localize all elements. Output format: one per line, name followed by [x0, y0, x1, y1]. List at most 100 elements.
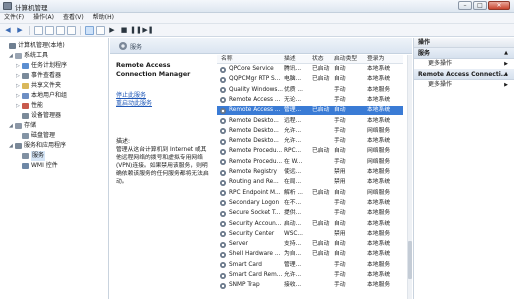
column-startup-type[interactable]: 启动类型: [334, 55, 357, 64]
tree-item[interactable]: ▷ 性能: [0, 101, 108, 111]
tree-item[interactable]: 计算机管理(本地): [0, 41, 108, 51]
minimize-button[interactable]: –: [458, 1, 472, 10]
tree-item[interactable]: ▷ 事件查看器: [0, 71, 108, 81]
service-log-on-as: 本地系统: [367, 272, 391, 278]
service-name: Security Center: [229, 230, 275, 237]
menu-action[interactable]: 操作(A): [33, 13, 54, 23]
stop-service-icon[interactable]: ■: [119, 25, 129, 35]
stop-service-link[interactable]: 停止此服务: [116, 92, 211, 100]
expand-toggle-icon[interactable]: ◢: [9, 121, 13, 131]
tree-item[interactable]: ▷ 本地用户和组: [0, 91, 108, 101]
tree-node-icon: [15, 123, 22, 129]
service-log-on-as: 本地系统: [367, 179, 391, 186]
expand-toggle-icon[interactable]: ▷: [16, 81, 20, 91]
service-row[interactable]: Remote Procedu... 在 W... 手动 网络服务: [217, 158, 403, 167]
tree-item[interactable]: 磁盘管理: [0, 131, 108, 141]
expand-toggle-icon[interactable]: ▷: [16, 61, 20, 71]
pause-service-icon[interactable]: ❚❚: [130, 25, 142, 35]
close-button[interactable]: ✕: [488, 1, 510, 10]
more-actions-item[interactable]: 更多操作 ▶: [414, 80, 514, 90]
collapse-arrow-icon[interactable]: ▲: [504, 48, 508, 59]
service-row[interactable]: Remote Deskto... 允许... 手动 网络服务: [217, 127, 403, 136]
back-arrow-icon[interactable]: ◀: [3, 25, 13, 35]
forward-arrow-icon[interactable]: ▶: [15, 25, 25, 35]
selected-service-name: Remote Access Connection Manager: [116, 61, 191, 78]
service-row[interactable]: Secure Socket T... 提供... 手动 本地服务: [217, 209, 403, 218]
service-row[interactable]: Smart Card 管理... 手动 本地服务: [217, 261, 403, 270]
service-row[interactable]: Remote Registry 使远... 禁用 本地服务: [217, 168, 403, 177]
tree-item[interactable]: ◢ 系统工具: [0, 51, 108, 61]
service-row[interactable]: Remote Deskto... 允许... 手动 本地系统: [217, 137, 403, 146]
column-description[interactable]: 描述: [284, 55, 296, 64]
show-hide-tree-icon[interactable]: [45, 25, 54, 35]
service-startup-type: 自动: [334, 189, 346, 196]
expand-toggle-icon[interactable]: ◢: [9, 141, 13, 151]
restart-service-link[interactable]: 重启动此服务: [116, 100, 211, 108]
service-row[interactable]: RPC Endpoint M... 解析 ... 已启动 自动 网络服务: [217, 189, 403, 198]
maximize-button[interactable]: □: [473, 1, 487, 10]
service-row[interactable]: Remote Access ... 无论... 手动 本地系统: [217, 96, 403, 105]
service-row[interactable]: Server 支持... 已启动 自动 本地系统: [217, 240, 403, 249]
column-name[interactable]: 名称: [221, 55, 233, 64]
service-row[interactable]: Shell Hardware ... 为自... 已启动 自动 本地系统: [217, 250, 403, 259]
column-status[interactable]: 状态: [312, 55, 324, 64]
service-description: 启动...: [284, 220, 302, 227]
up-folder-icon[interactable]: [34, 25, 43, 35]
help-icon[interactable]: [85, 25, 94, 35]
export-list-icon[interactable]: [67, 25, 76, 35]
service-row[interactable]: Security Accoun... 启动... 已启动 自动 本地系统: [217, 220, 403, 229]
service-gear-icon: [220, 97, 226, 104]
service-name: Secure Socket T...: [229, 210, 281, 217]
more-actions-label: 更多操作: [428, 60, 453, 67]
service-name: Remote Deskto...: [229, 127, 279, 134]
scrollbar-thumb[interactable]: [408, 241, 412, 279]
title-bar: 计算机管理 – □ ✕: [0, 0, 514, 13]
vertical-scrollbar[interactable]: [407, 55, 412, 299]
service-row[interactable]: Remote Procedu... RPC... 已启动 自动 网络服务: [217, 147, 403, 156]
service-status: 已启动: [312, 107, 330, 114]
service-row[interactable]: Remote Deskto... 远程... 手动 本地系统: [217, 117, 403, 126]
expand-toggle-icon[interactable]: ▷: [16, 101, 20, 111]
expand-toggle-icon[interactable]: ◢: [9, 51, 13, 61]
collapse-arrow-icon[interactable]: ▲: [504, 69, 508, 80]
tree-item[interactable]: WMI 控件: [0, 161, 108, 171]
tree-item[interactable]: 设备管理器: [0, 111, 108, 121]
tree-item[interactable]: ▷ 任务计划程序: [0, 61, 108, 71]
service-description: 允许...: [284, 272, 302, 278]
service-row[interactable]: Remote Access ... 管理... 已启动 自动 本地系统: [217, 106, 403, 116]
refresh-icon[interactable]: [56, 25, 65, 35]
service-row[interactable]: Routing and Re... 在局... 禁用 本地系统: [217, 178, 403, 187]
expand-toggle-icon[interactable]: ▷: [16, 91, 20, 101]
service-row[interactable]: Smart Card Rem... 允许... 手动 本地系统: [217, 271, 403, 280]
tree-item[interactable]: ◢ 存储: [0, 121, 108, 131]
start-service-icon[interactable]: ▶: [107, 25, 117, 35]
menu-help[interactable]: 帮助(H): [93, 13, 114, 23]
tree-item[interactable]: 服务: [0, 151, 108, 161]
services-header-label: 服务: [130, 44, 143, 51]
tree-item[interactable]: ◢ 服务和应用程序: [0, 141, 108, 151]
service-gear-icon: [220, 241, 226, 248]
expand-toggle-icon[interactable]: ▷: [16, 71, 20, 81]
actions-group-selected-service[interactable]: Remote Access Connecti... ▲: [414, 69, 514, 80]
tree-item-label: 设备管理器: [31, 112, 62, 119]
actions-group-services[interactable]: 服务 ▲: [414, 48, 514, 59]
service-row[interactable]: Quality Windows... 优质 ... 手动 本地服务: [217, 86, 403, 95]
properties-icon[interactable]: [96, 25, 105, 35]
service-row[interactable]: Secondary Logon 在不... 手动 本地系统: [217, 199, 403, 208]
service-row[interactable]: QQPCMgr RTP S... 电脑... 已启动 自动 本地系统: [217, 75, 403, 84]
menu-file[interactable]: 文件(F): [4, 13, 24, 23]
service-row[interactable]: SNMP Trap 接收... 手动 本地服务: [217, 281, 403, 290]
service-log-on-as: 本地服务: [367, 230, 391, 237]
tree-node-icon: [22, 163, 29, 169]
tree-item[interactable]: ▷ 共享文件夹: [0, 81, 108, 91]
service-row[interactable]: QPCore Service 腾讯... 已启动 自动 本地系统: [217, 65, 403, 74]
more-actions-item[interactable]: 更多操作 ▶: [414, 59, 514, 69]
column-log-on-as[interactable]: 登录为: [367, 55, 384, 64]
service-description: 腾讯...: [284, 66, 302, 72]
service-name: Shell Hardware ...: [229, 251, 281, 258]
restart-service-icon[interactable]: ▶❚: [142, 25, 153, 35]
menu-view[interactable]: 查看(V): [63, 13, 84, 23]
service-gear-icon: [220, 262, 226, 269]
service-status: 已启动: [312, 251, 330, 258]
service-row[interactable]: Security Center WSC... 禁用 本地服务: [217, 230, 403, 239]
